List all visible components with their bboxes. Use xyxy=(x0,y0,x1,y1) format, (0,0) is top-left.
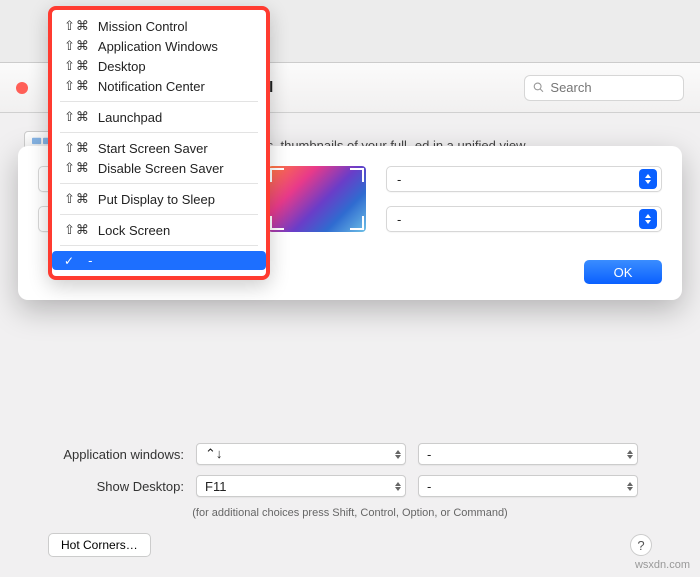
menu-item-none[interactable]: - xyxy=(52,251,266,270)
field-label: Application windows: xyxy=(24,447,184,462)
help-button[interactable]: ? xyxy=(630,534,652,556)
chevron-updown-icon xyxy=(395,482,401,491)
showdesktop-shortcut-popup[interactable]: F11 xyxy=(196,475,406,497)
corner-indicator-icon xyxy=(270,216,284,230)
screen-thumbnail xyxy=(268,166,366,232)
background-fields: Application windows: ⌃↓ - Show Desktop: … xyxy=(0,431,700,557)
menu-item-lock-screen[interactable]: ⇧⌘Lock Screen xyxy=(54,220,264,240)
menu-item-desktop[interactable]: ⇧⌘Desktop xyxy=(54,56,264,76)
search-field[interactable] xyxy=(524,75,684,101)
chevron-updown-icon xyxy=(639,209,657,229)
watermark: wsxdn.com xyxy=(635,559,690,571)
close-window-button[interactable] xyxy=(16,82,28,94)
corner-top-right-popup[interactable]: - xyxy=(386,166,662,192)
appwindows-shortcut-popup[interactable]: ⌃↓ xyxy=(196,443,406,465)
menu-item-display-sleep[interactable]: ⇧⌘Put Display to Sleep xyxy=(54,189,264,209)
corner-indicator-icon xyxy=(270,168,284,182)
menu-item-launchpad[interactable]: ⇧⌘Launchpad xyxy=(54,107,264,127)
menu-item-app-windows[interactable]: ⇧⌘Application Windows xyxy=(54,36,264,56)
chevron-updown-icon xyxy=(627,482,633,491)
field-label: Show Desktop: xyxy=(24,479,184,494)
menu-separator xyxy=(60,132,258,133)
hint-text: (for additional choices press Shift, Con… xyxy=(24,507,676,519)
chevron-updown-icon xyxy=(639,169,657,189)
showdesktop-secondary-popup[interactable]: - xyxy=(418,475,638,497)
search-icon xyxy=(533,81,544,94)
menu-item-start-saver[interactable]: ⇧⌘Start Screen Saver xyxy=(54,138,264,158)
chevron-updown-icon xyxy=(395,450,401,459)
corner-action-menu[interactable]: ⇧⌘Mission Control ⇧⌘Application Windows … xyxy=(48,6,270,280)
search-input[interactable] xyxy=(550,80,675,95)
menu-item-disable-saver[interactable]: ⇧⌘Disable Screen Saver xyxy=(54,158,264,178)
menu-item-notification-center[interactable]: ⇧⌘Notification Center xyxy=(54,76,264,96)
hot-corners-button[interactable]: Hot Corners… xyxy=(48,533,151,557)
appwindows-secondary-popup[interactable]: - xyxy=(418,443,638,465)
menu-separator xyxy=(60,183,258,184)
menu-separator xyxy=(60,214,258,215)
ok-button[interactable]: OK xyxy=(584,260,662,284)
chevron-updown-icon xyxy=(627,450,633,459)
corner-indicator-icon xyxy=(350,216,364,230)
corner-indicator-icon xyxy=(350,168,364,182)
menu-item-mission-control[interactable]: ⇧⌘Mission Control xyxy=(54,16,264,36)
menu-separator xyxy=(60,101,258,102)
menu-separator xyxy=(60,245,258,246)
corner-bottom-right-popup[interactable]: - xyxy=(386,206,662,232)
